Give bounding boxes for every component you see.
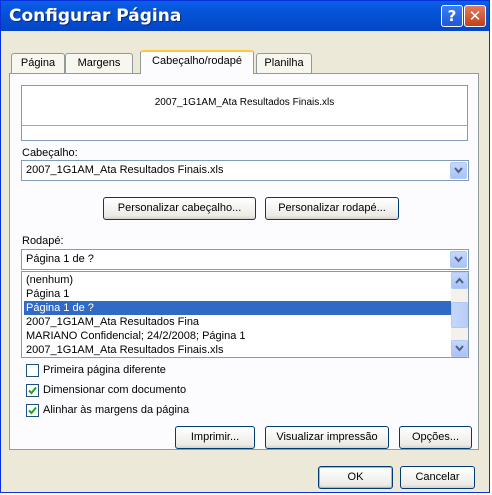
header-select-value: 2007_1G1AM_Ata Resultados Finais.xls [26, 164, 224, 176]
footer-dropdown-list[interactable]: (nenhum) Página 1 Página 1 de ? 2007_1G1… [21, 271, 469, 358]
tab-sheet[interactable]: Planilha [256, 53, 312, 73]
align-margins-label: Alinhar às margens da página [43, 404, 190, 416]
chevron-down-icon[interactable] [450, 251, 467, 268]
preview-divider [22, 125, 467, 126]
options-button[interactable]: Opções... [399, 426, 472, 449]
chevron-down-icon[interactable] [451, 340, 468, 357]
title-bar[interactable]: Configurar Página ? ✕ [1, 1, 489, 31]
tab-page[interactable]: Página [11, 53, 65, 73]
list-item-selected[interactable]: Página 1 de ? [23, 300, 452, 316]
print-button[interactable]: Imprimir... [175, 426, 255, 449]
dialog-title: Configurar Página [9, 6, 182, 26]
check-icon [28, 386, 37, 395]
chevron-down-icon[interactable] [450, 162, 467, 179]
footer-select[interactable]: Página 1 de ? [21, 249, 469, 270]
cancel-button[interactable]: Cancelar [400, 466, 475, 489]
scale-with-document-label: Dimensionar com documento [43, 384, 187, 396]
different-first-page-checkbox[interactable] [26, 364, 39, 377]
list-item[interactable]: (nenhum) [24, 273, 451, 287]
tab-margins[interactable]: Margens [65, 53, 133, 73]
page-setup-dialog: Configurar Página ? ✕ Página Margens Cab… [0, 0, 490, 493]
list-item[interactable]: Página 1 [24, 287, 451, 301]
chevron-up-icon[interactable] [451, 272, 468, 289]
print-preview-button[interactable]: Visualizar impressão [265, 426, 389, 449]
check-icon [28, 406, 37, 415]
help-icon[interactable]: ? [441, 5, 463, 27]
list-scrollbar[interactable] [451, 272, 468, 357]
footer-label: Rodapé: [22, 235, 64, 247]
tab-header-footer[interactable]: Cabeçalho/rodapé [140, 50, 254, 74]
footer-select-value: Página 1 de ? [26, 253, 94, 265]
scrollbar-thumb[interactable] [451, 302, 468, 328]
scale-with-document-checkbox[interactable] [26, 384, 39, 397]
custom-footer-button[interactable]: Personalizar rodapé... [265, 197, 399, 220]
list-item[interactable]: 2007_1G1AM_Ata Resultados Fina [24, 315, 451, 329]
align-margins-checkbox[interactable] [26, 404, 39, 417]
header-select[interactable]: 2007_1G1AM_Ata Resultados Finais.xls [21, 160, 469, 181]
header-preview: 2007_1G1AM_Ata Resultados Finais.xls [21, 85, 468, 141]
header-label: Cabeçalho: [22, 147, 78, 159]
header-preview-text: 2007_1G1AM_Ata Resultados Finais.xls [154, 97, 335, 108]
list-item[interactable]: 2007_1G1AM_Ata Resultados Finais.xls [24, 343, 451, 357]
custom-header-button[interactable]: Personalizar cabeçalho... [103, 197, 256, 220]
different-first-page-label: Primeira página diferente [43, 364, 166, 376]
ok-button[interactable]: OK [318, 466, 393, 489]
list-item[interactable]: MARIANO Confidencial; 24/2/2008; Página … [24, 329, 451, 343]
close-icon[interactable]: ✕ [464, 5, 486, 27]
